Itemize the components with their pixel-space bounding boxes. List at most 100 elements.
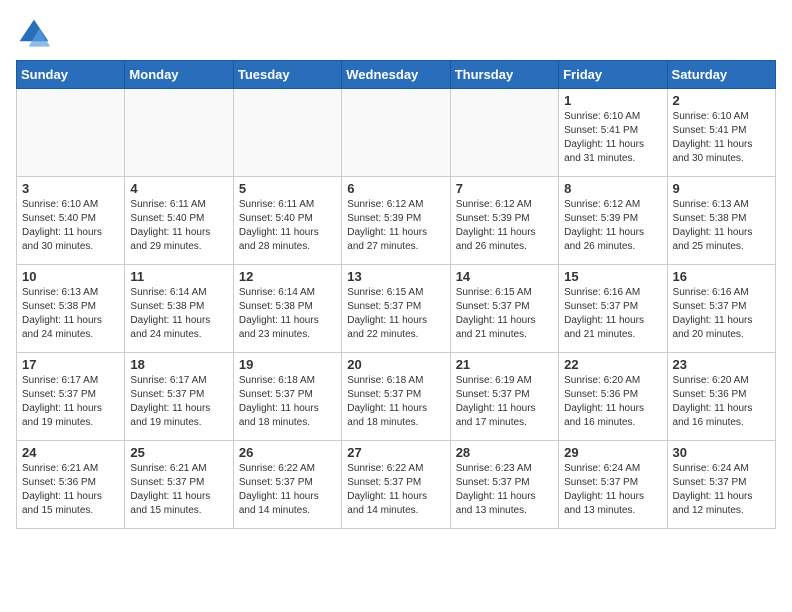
day-number: 23	[673, 357, 770, 372]
calendar-cell: 21 Sunrise: 6:19 AM Sunset: 5:37 PM Dayli…	[450, 353, 558, 441]
day-info: Sunrise: 6:20 AM Sunset: 5:36 PM Dayligh…	[564, 374, 661, 430]
column-header-saturday: Saturday	[667, 61, 775, 89]
calendar-week-row: 17 Sunrise: 6:17 AM Sunset: 5:37 PM Dayli…	[17, 353, 776, 441]
calendar-cell: 23 Sunrise: 6:20 AM Sunset: 5:36 PM Dayli…	[667, 353, 775, 441]
calendar-cell: 2 Sunrise: 6:10 AM Sunset: 5:41 PM Daylig…	[667, 89, 775, 177]
day-info: Sunrise: 6:21 AM Sunset: 5:36 PM Dayligh…	[22, 462, 119, 518]
calendar-cell: 30 Sunrise: 6:24 AM Sunset: 5:37 PM Dayli…	[667, 441, 775, 529]
calendar-week-row: 24 Sunrise: 6:21 AM Sunset: 5:36 PM Dayli…	[17, 441, 776, 529]
calendar-cell: 8Sunrise: 6:12 AM Sunset: 5:39 PM Daylig…	[559, 177, 667, 265]
calendar-cell: 20Sunrise: 6:18 AM Sunset: 5:37 PM Dayli…	[342, 353, 450, 441]
calendar-week-row: 3Sunrise: 6:10 AM Sunset: 5:40 PM Daylig…	[17, 177, 776, 265]
day-info: Sunrise: 6:24 AM Sunset: 5:37 PM Dayligh…	[564, 462, 661, 518]
calendar-cell: 5 Sunrise: 6:11 AM Sunset: 5:40 PM Daylig…	[233, 177, 341, 265]
day-number: 13	[347, 269, 444, 284]
calendar-week-row: 10 Sunrise: 6:13 AM Sunset: 5:38 PM Dayli…	[17, 265, 776, 353]
calendar-cell: 29 Sunrise: 6:24 AM Sunset: 5:37 PM Dayli…	[559, 441, 667, 529]
day-number: 6	[347, 181, 444, 196]
calendar-cell: 27Sunrise: 6:22 AM Sunset: 5:37 PM Dayli…	[342, 441, 450, 529]
day-number: 1	[564, 93, 661, 108]
calendar-cell	[233, 89, 341, 177]
day-info: Sunrise: 6:18 AM Sunset: 5:37 PM Dayligh…	[239, 374, 336, 430]
day-number: 11	[130, 269, 227, 284]
calendar-cell	[125, 89, 233, 177]
day-number: 8	[564, 181, 661, 196]
day-number: 2	[673, 93, 770, 108]
logo-icon	[16, 16, 52, 52]
day-info: Sunrise: 6:11 AM Sunset: 5:40 PM Dayligh…	[239, 198, 336, 254]
day-info: Sunrise: 6:24 AM Sunset: 5:37 PM Dayligh…	[673, 462, 770, 518]
day-info: Sunrise: 6:11 AM Sunset: 5:40 PM Dayligh…	[130, 198, 227, 254]
column-header-tuesday: Tuesday	[233, 61, 341, 89]
day-number: 24	[22, 445, 119, 460]
day-number: 12	[239, 269, 336, 284]
day-number: 26	[239, 445, 336, 460]
day-info: Sunrise: 6:12 AM Sunset: 5:39 PM Dayligh…	[456, 198, 553, 254]
day-info: Sunrise: 6:16 AM Sunset: 5:37 PM Dayligh…	[673, 286, 770, 342]
day-number: 17	[22, 357, 119, 372]
calendar-cell: 4 Sunrise: 6:11 AM Sunset: 5:40 PM Daylig…	[125, 177, 233, 265]
calendar-cell: 6 Sunrise: 6:12 AM Sunset: 5:39 PM Daylig…	[342, 177, 450, 265]
day-info: Sunrise: 6:13 AM Sunset: 5:38 PM Dayligh…	[673, 198, 770, 254]
calendar-cell: 15 Sunrise: 6:16 AM Sunset: 5:37 PM Dayli…	[559, 265, 667, 353]
calendar-cell: 11 Sunrise: 6:14 AM Sunset: 5:38 PM Dayli…	[125, 265, 233, 353]
calendar-cell	[17, 89, 125, 177]
day-number: 28	[456, 445, 553, 460]
calendar-cell: 12 Sunrise: 6:14 AM Sunset: 5:38 PM Dayli…	[233, 265, 341, 353]
day-info: Sunrise: 6:15 AM Sunset: 5:37 PM Dayligh…	[456, 286, 553, 342]
day-info: Sunrise: 6:22 AM Sunset: 5:37 PM Dayligh…	[239, 462, 336, 518]
day-info: Sunrise: 6:19 AM Sunset: 5:37 PM Dayligh…	[456, 374, 553, 430]
calendar-cell: 28 Sunrise: 6:23 AM Sunset: 5:37 PM Dayli…	[450, 441, 558, 529]
day-number: 25	[130, 445, 227, 460]
day-info: Sunrise: 6:10 AM Sunset: 5:41 PM Dayligh…	[673, 110, 770, 166]
day-number: 15	[564, 269, 661, 284]
day-number: 29	[564, 445, 661, 460]
day-info: Sunrise: 6:15 AM Sunset: 5:37 PM Dayligh…	[347, 286, 444, 342]
day-number: 16	[673, 269, 770, 284]
day-info: Sunrise: 6:12 AM Sunset: 5:39 PM Dayligh…	[347, 198, 444, 254]
column-header-thursday: Thursday	[450, 61, 558, 89]
calendar-cell: 25 Sunrise: 6:21 AM Sunset: 5:37 PM Dayli…	[125, 441, 233, 529]
day-number: 30	[673, 445, 770, 460]
day-info: Sunrise: 6:18 AM Sunset: 5:37 PM Dayligh…	[347, 374, 444, 430]
day-number: 18	[130, 357, 227, 372]
day-info: Sunrise: 6:10 AM Sunset: 5:41 PM Dayligh…	[564, 110, 661, 166]
calendar-week-row: 1 Sunrise: 6:10 AM Sunset: 5:41 PM Daylig…	[17, 89, 776, 177]
day-number: 19	[239, 357, 336, 372]
day-info: Sunrise: 6:17 AM Sunset: 5:37 PM Dayligh…	[22, 374, 119, 430]
day-number: 14	[456, 269, 553, 284]
day-info: Sunrise: 6:14 AM Sunset: 5:38 PM Dayligh…	[130, 286, 227, 342]
calendar-cell	[342, 89, 450, 177]
day-info: Sunrise: 6:23 AM Sunset: 5:37 PM Dayligh…	[456, 462, 553, 518]
day-info: Sunrise: 6:17 AM Sunset: 5:37 PM Dayligh…	[130, 374, 227, 430]
calendar-cell: 14 Sunrise: 6:15 AM Sunset: 5:37 PM Dayli…	[450, 265, 558, 353]
day-info: Sunrise: 6:22 AM Sunset: 5:37 PM Dayligh…	[347, 462, 444, 518]
day-number: 7	[456, 181, 553, 196]
calendar-cell	[450, 89, 558, 177]
page-header	[16, 16, 776, 52]
calendar-cell: 26 Sunrise: 6:22 AM Sunset: 5:37 PM Dayli…	[233, 441, 341, 529]
column-header-wednesday: Wednesday	[342, 61, 450, 89]
day-info: Sunrise: 6:16 AM Sunset: 5:37 PM Dayligh…	[564, 286, 661, 342]
calendar-cell: 13 Sunrise: 6:15 AM Sunset: 5:37 PM Dayli…	[342, 265, 450, 353]
calendar-cell: 17 Sunrise: 6:17 AM Sunset: 5:37 PM Dayli…	[17, 353, 125, 441]
calendar-cell: 18 Sunrise: 6:17 AM Sunset: 5:37 PM Dayli…	[125, 353, 233, 441]
calendar-table: SundayMondayTuesdayWednesdayThursdayFrid…	[16, 60, 776, 529]
day-info: Sunrise: 6:13 AM Sunset: 5:38 PM Dayligh…	[22, 286, 119, 342]
calendar-header-row: SundayMondayTuesdayWednesdayThursdayFrid…	[17, 61, 776, 89]
column-header-sunday: Sunday	[17, 61, 125, 89]
calendar-cell: 19 Sunrise: 6:18 AM Sunset: 5:37 PM Dayli…	[233, 353, 341, 441]
day-info: Sunrise: 6:14 AM Sunset: 5:38 PM Dayligh…	[239, 286, 336, 342]
day-number: 10	[22, 269, 119, 284]
day-info: Sunrise: 6:20 AM Sunset: 5:36 PM Dayligh…	[673, 374, 770, 430]
calendar-cell: 3Sunrise: 6:10 AM Sunset: 5:40 PM Daylig…	[17, 177, 125, 265]
day-number: 21	[456, 357, 553, 372]
calendar-cell: 22Sunrise: 6:20 AM Sunset: 5:36 PM Dayli…	[559, 353, 667, 441]
day-number: 5	[239, 181, 336, 196]
day-info: Sunrise: 6:21 AM Sunset: 5:37 PM Dayligh…	[130, 462, 227, 518]
calendar-cell: 24 Sunrise: 6:21 AM Sunset: 5:36 PM Dayli…	[17, 441, 125, 529]
calendar-cell: 1 Sunrise: 6:10 AM Sunset: 5:41 PM Daylig…	[559, 89, 667, 177]
column-header-friday: Friday	[559, 61, 667, 89]
calendar-cell: 9Sunrise: 6:13 AM Sunset: 5:38 PM Daylig…	[667, 177, 775, 265]
day-number: 4	[130, 181, 227, 196]
